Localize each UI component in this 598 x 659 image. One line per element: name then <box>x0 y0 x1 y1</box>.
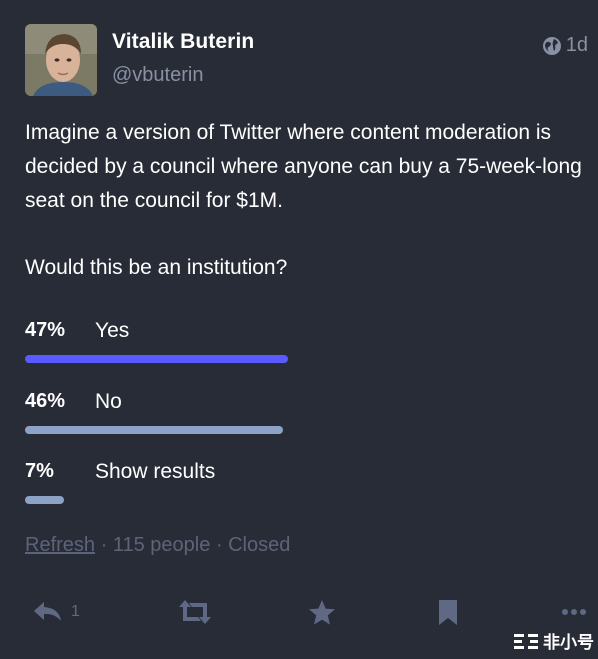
avatar-image <box>25 24 97 96</box>
poll-option-label: Yes <box>95 319 130 342</box>
relative-time[interactable]: 1d <box>566 34 588 57</box>
poll-refresh-link[interactable]: Refresh <box>25 534 95 556</box>
account-handle[interactable]: @vbuterin <box>112 64 203 87</box>
watermark-logo-icon <box>514 633 538 649</box>
poll-voter-count: 115 people <box>112 534 211 556</box>
watermark-text: 非小号 <box>543 633 594 652</box>
poll-option-percent: 7% <box>25 460 54 482</box>
star-icon <box>309 599 335 625</box>
poll-option-label: No <box>95 390 122 413</box>
poll-option-label: Show results <box>95 460 216 483</box>
globe-icon <box>542 36 561 55</box>
poll-option: 7% Show results <box>25 454 585 514</box>
status-card: Vitalik Buterin @vbuterin 1d Imagine a v… <box>0 0 598 659</box>
reply-button[interactable]: 1 <box>33 594 80 630</box>
poll-footer-separator: · <box>210 534 229 556</box>
poll-option: 46% No <box>25 384 585 444</box>
favourite-button[interactable] <box>308 594 336 630</box>
status-meta[interactable]: 1d <box>542 34 588 57</box>
poll-option-bar <box>25 355 289 363</box>
poll-option-bar <box>25 426 283 434</box>
poll-footer: Refresh · 115 people · Closed <box>25 534 290 557</box>
status-paragraph: Imagine a version of Twitter where conte… <box>25 121 582 212</box>
poll-option-bar <box>25 496 65 504</box>
bookmark-icon <box>439 599 457 625</box>
reply-icon <box>34 602 61 621</box>
poll-option-percent: 46% <box>25 390 66 412</box>
status-paragraph: Would this be an institution? <box>25 256 288 279</box>
poll-option: 47% Yes <box>25 313 585 373</box>
avatar[interactable] <box>25 24 97 96</box>
status-content: Imagine a version of Twitter where conte… <box>25 116 585 285</box>
more-icon <box>562 609 586 615</box>
poll-option-percent: 47% <box>25 319 66 341</box>
boost-button[interactable] <box>178 594 212 630</box>
poll-footer-separator: · <box>95 534 113 556</box>
boost-icon <box>179 600 211 624</box>
status-action-bar: 1 <box>0 594 598 634</box>
more-options-button[interactable] <box>561 594 587 630</box>
bookmark-button[interactable] <box>437 594 459 630</box>
watermark: 非小号 <box>513 628 594 653</box>
poll-status: Closed <box>228 534 291 556</box>
reply-count: 1 <box>71 603 80 620</box>
display-name[interactable]: Vitalik Buterin <box>112 30 254 54</box>
